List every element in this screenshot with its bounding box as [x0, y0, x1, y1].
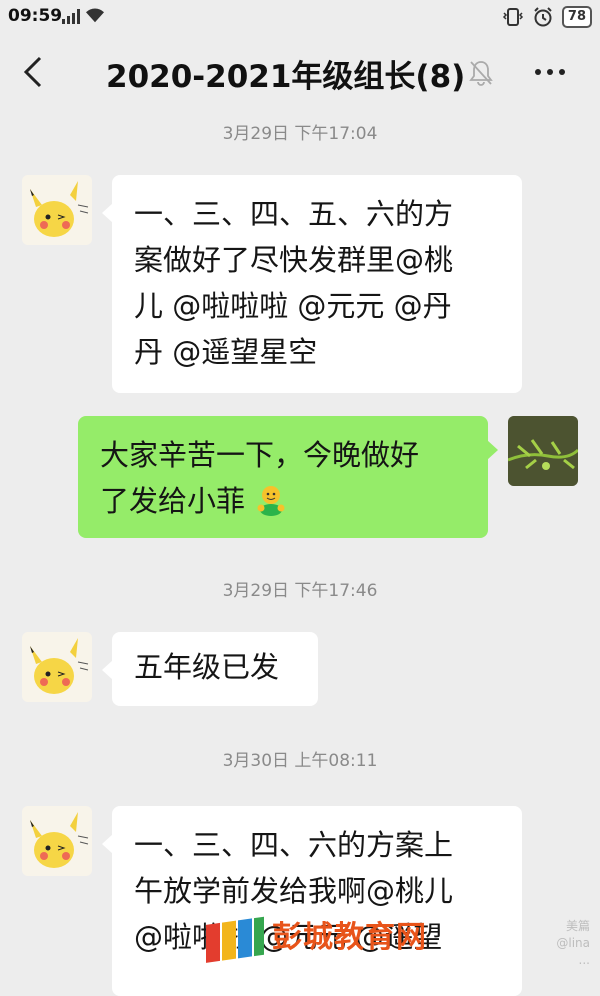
watermark-side: 美篇 @lina ...: [556, 919, 590, 967]
status-left-icons: [62, 6, 106, 24]
message-bubble-received[interactable]: 五年级已发: [102, 632, 318, 706]
message-line: 一、三、四、五、六的方: [134, 197, 454, 231]
chat-header: 2020-2021年级组长(8): [0, 34, 600, 112]
signal-icon: [62, 8, 80, 24]
message-line: 了发给小菲: [100, 478, 466, 524]
chat-timestamp: 3月30日 上午08:11: [222, 751, 378, 771]
message-bubble-sent[interactable]: 大家辛苦一下，今晚做好 了发给小菲: [78, 416, 498, 538]
avatar-self[interactable]: [508, 416, 578, 486]
message-bubble-received[interactable]: 一、三、四、五、六的方 案做好了尽快发群里@桃 儿 @啦啦啦 @元元 @丹 丹 …: [102, 175, 522, 393]
watermark-brand: 彭城教育网: [272, 920, 427, 955]
message-line: 五年级已发: [134, 650, 280, 684]
message-line: 丹 @遥望星空: [134, 335, 318, 369]
avatar-pikachu[interactable]: [22, 632, 92, 702]
mute-bell-icon: [469, 61, 493, 86]
more-icon[interactable]: [530, 57, 570, 87]
status-bar: 09:59 78: [0, 0, 600, 34]
chat-timestamp: 3月29日 下午17:04: [222, 124, 378, 144]
vibrate-icon: [502, 8, 523, 26]
message-line: 一、三、四、六的方案上: [134, 828, 454, 862]
message-line: 儿 @啦啦啦 @元元 @丹: [134, 289, 452, 323]
status-right-icons: 78: [502, 6, 592, 28]
message-line: 案做好了尽快发群里@桃: [134, 243, 454, 277]
avatar-pikachu[interactable]: [22, 175, 92, 245]
battery-icon: 78: [561, 6, 592, 28]
message-line: 午放学前发给我啊@桃儿: [134, 874, 454, 908]
hug-emoji-icon: [257, 486, 285, 516]
wifi-icon: [86, 8, 104, 23]
status-time: 09:59: [8, 6, 63, 26]
back-icon[interactable]: [16, 54, 52, 90]
chat-timestamp: 3月29日 下午17:46: [222, 581, 378, 601]
chat-title: 2020-2021年级组长(8): [106, 59, 466, 95]
alarm-icon: [534, 7, 552, 27]
avatar-pikachu[interactable]: [22, 806, 92, 876]
message-line: 大家辛苦一下，今晚做好: [100, 438, 420, 472]
message-bubble-received[interactable]: 一、三、四、六的方案上 午放学前发给我啊@桃儿 @啦啦啦 @元元 @遥望: [102, 806, 522, 996]
